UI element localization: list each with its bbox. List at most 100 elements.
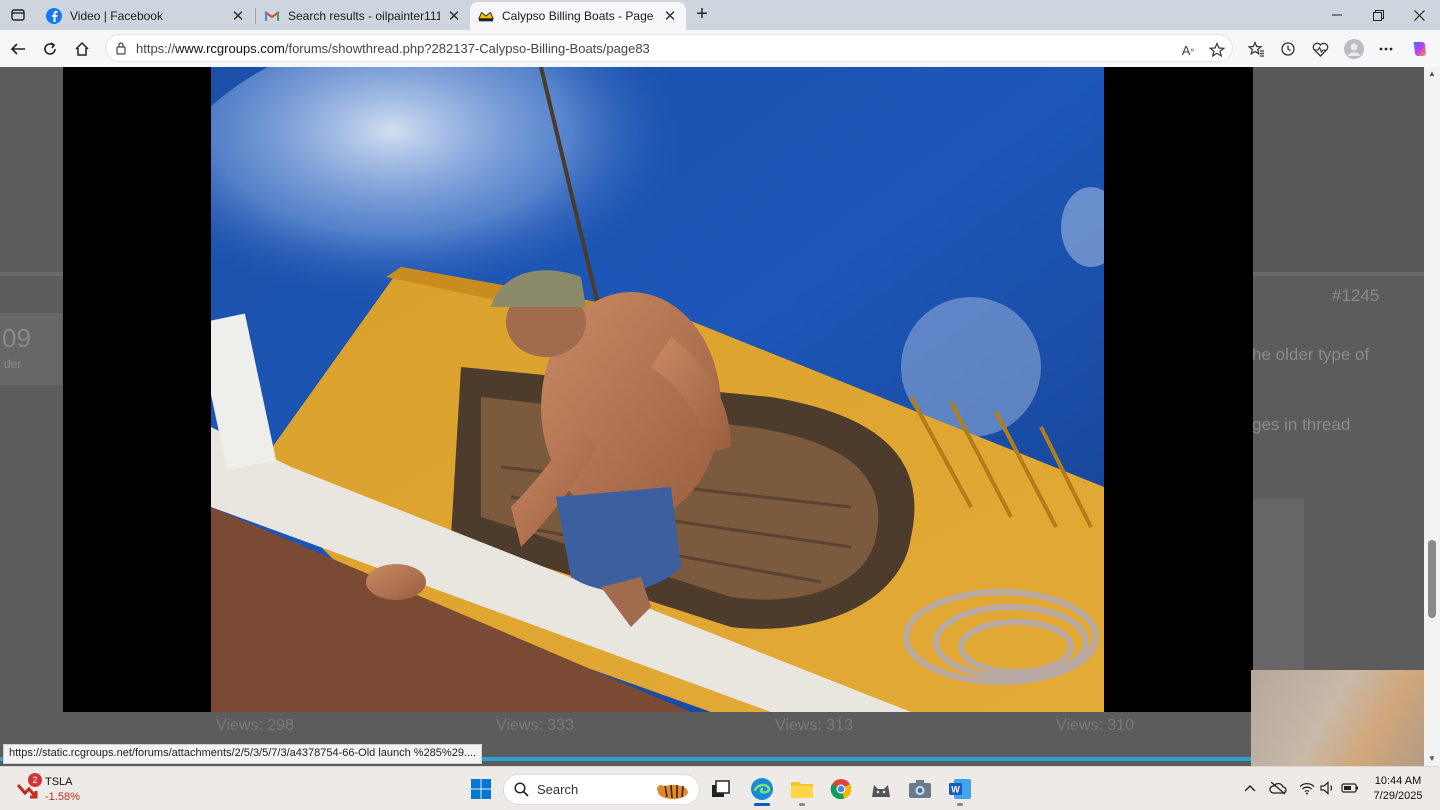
profile-button[interactable] (1340, 35, 1368, 63)
svg-text:W: W (951, 785, 960, 795)
chrome-icon (830, 779, 852, 800)
stock-symbol: TSLA (45, 776, 73, 788)
background-images-link[interactable]: ges in thread (1252, 415, 1350, 435)
running-app-indicator (799, 803, 805, 806)
system-clock[interactable]: 10:44 AM 7/29/2025 (1366, 774, 1430, 804)
stock-change: -1.58% (45, 791, 80, 803)
tab-actions-icon (11, 9, 25, 21)
address-bar[interactable]: https://www.rcgroups.com/forums/showthre… (105, 34, 1233, 62)
start-button[interactable] (465, 774, 497, 804)
camera-icon (909, 780, 931, 798)
vertical-scrollbar[interactable]: ▲ ▼ (1424, 67, 1440, 766)
home-icon (75, 41, 89, 56)
show-hidden-icons-chevron-icon[interactable] (1241, 779, 1259, 797)
task-view-icon (712, 780, 730, 797)
tab-facebook[interactable]: Video | Facebook ✕ (38, 2, 254, 30)
url-host: www.rcgroups.com (175, 40, 285, 56)
restore-button[interactable] (1355, 0, 1401, 30)
taskbar-search[interactable]: Search (503, 774, 700, 805)
browser-toolbar: https://www.rcgroups.com/forums/showthre… (0, 30, 1440, 67)
refresh-button[interactable] (36, 35, 64, 63)
close-icon[interactable]: ✕ (446, 8, 462, 25)
onedrive-off-icon[interactable] (1269, 779, 1287, 797)
wifi-icon[interactable] (1298, 779, 1316, 797)
boat-photo-illustration (211, 67, 1104, 712)
url-text: https://www.rcgroups.com/forums/showthre… (136, 41, 650, 56)
folder-icon (791, 782, 813, 798)
task-view-button[interactable] (705, 774, 737, 804)
minimize-icon (1332, 14, 1342, 16)
back-button[interactable] (4, 35, 32, 63)
facebook-icon (46, 8, 62, 24)
tab-strip: Video | Facebook ✕ Search results - oilp… (0, 0, 1440, 30)
background-post-count: 09 (2, 323, 31, 353)
gmail-icon (264, 8, 280, 24)
restore-icon (1372, 9, 1384, 21)
taskbar-edge[interactable] (746, 774, 778, 804)
tab-title: Search results - oilpainter111@gm (288, 9, 440, 23)
heart-pulse-icon (1312, 42, 1328, 57)
tab-actions-button[interactable] (6, 4, 30, 26)
more-dots-icon (1379, 47, 1393, 51)
video-preview-thumbnail[interactable] (1251, 670, 1424, 766)
browser-essentials-button[interactable] (1306, 35, 1334, 63)
background-attachment-thumb (1252, 499, 1304, 674)
volume-icon[interactable] (1319, 779, 1337, 797)
history-button[interactable] (1274, 35, 1302, 63)
cat-app-icon (872, 785, 890, 797)
settings-more-button[interactable] (1372, 35, 1400, 63)
word-icon: W (949, 779, 971, 799)
notification-badge: 2 (28, 773, 42, 787)
taskbar-camera[interactable] (904, 774, 936, 804)
tab-title: Calypso Billing Boats - Page 83 - R (502, 9, 656, 23)
read-aloud-icon[interactable]: A» (1179, 41, 1197, 59)
search-label: Search (537, 782, 579, 797)
close-window-button[interactable] (1396, 0, 1440, 30)
minimize-button[interactable] (1314, 0, 1360, 30)
attachment-views: Views: 310 (1056, 717, 1134, 734)
scroll-down-arrow-icon[interactable]: ▼ (1424, 752, 1440, 766)
close-icon (1413, 9, 1425, 21)
background-user-title: der (4, 357, 22, 371)
tab-title: Video | Facebook (70, 9, 163, 23)
back-arrow-icon (10, 43, 25, 55)
windows-taskbar: 2 TSLA -1.58% Search W 10:44 AM 7/29/202… (0, 766, 1440, 810)
taskbar-word[interactable]: W (944, 774, 976, 804)
taskbar-chrome[interactable] (825, 774, 857, 804)
copilot-button[interactable] (1406, 35, 1434, 63)
page-content: 09 der #1245 he older type of ges in thr… (0, 67, 1424, 766)
scrollbar-thumb[interactable] (1428, 540, 1436, 618)
status-bar-url: https://static.rcgroups.net/forums/attac… (3, 744, 483, 764)
refresh-icon (44, 42, 56, 55)
attachment-views: Views: 333 (496, 717, 574, 734)
boat-photo (211, 67, 1104, 712)
active-app-indicator (754, 803, 770, 806)
battery-icon[interactable] (1341, 779, 1359, 797)
lock-icon (116, 42, 126, 55)
background-panel (1250, 67, 1424, 272)
rcgroups-icon (478, 8, 494, 24)
home-button[interactable] (68, 35, 96, 63)
url-scheme: https:// (136, 40, 176, 56)
history-icon (1281, 42, 1295, 56)
new-tab-button[interactable]: + (690, 4, 714, 26)
taskbar-app-cat[interactable] (865, 774, 897, 804)
running-app-indicator (957, 803, 963, 806)
tiger-search-highlight-icon (657, 784, 688, 799)
scroll-up-arrow-icon[interactable]: ▲ (1424, 67, 1440, 81)
stock-widget[interactable]: 2 TSLA -1.58% (16, 773, 96, 805)
clock-time: 10:44 AM (1374, 775, 1422, 787)
attachment-views: Views: 298 (216, 717, 294, 734)
video-player[interactable] (63, 67, 1253, 712)
favorites-button[interactable] (1242, 35, 1270, 63)
close-icon[interactable]: ✕ (230, 8, 246, 25)
close-icon[interactable]: ✕ (662, 8, 678, 25)
tab-rcgroups[interactable]: Calypso Billing Boats - Page 83 - R ✕ (470, 2, 686, 30)
attachment-views: Views: 313 (775, 717, 853, 734)
background-post-number: #1245 (1332, 286, 1380, 305)
edge-icon (751, 778, 773, 800)
clock-date: 7/29/2025 (1373, 790, 1423, 802)
tab-gmail[interactable]: Search results - oilpainter111@gm ✕ (256, 2, 470, 30)
favorite-star-icon[interactable] (1208, 41, 1226, 59)
taskbar-file-explorer[interactable] (786, 774, 818, 804)
